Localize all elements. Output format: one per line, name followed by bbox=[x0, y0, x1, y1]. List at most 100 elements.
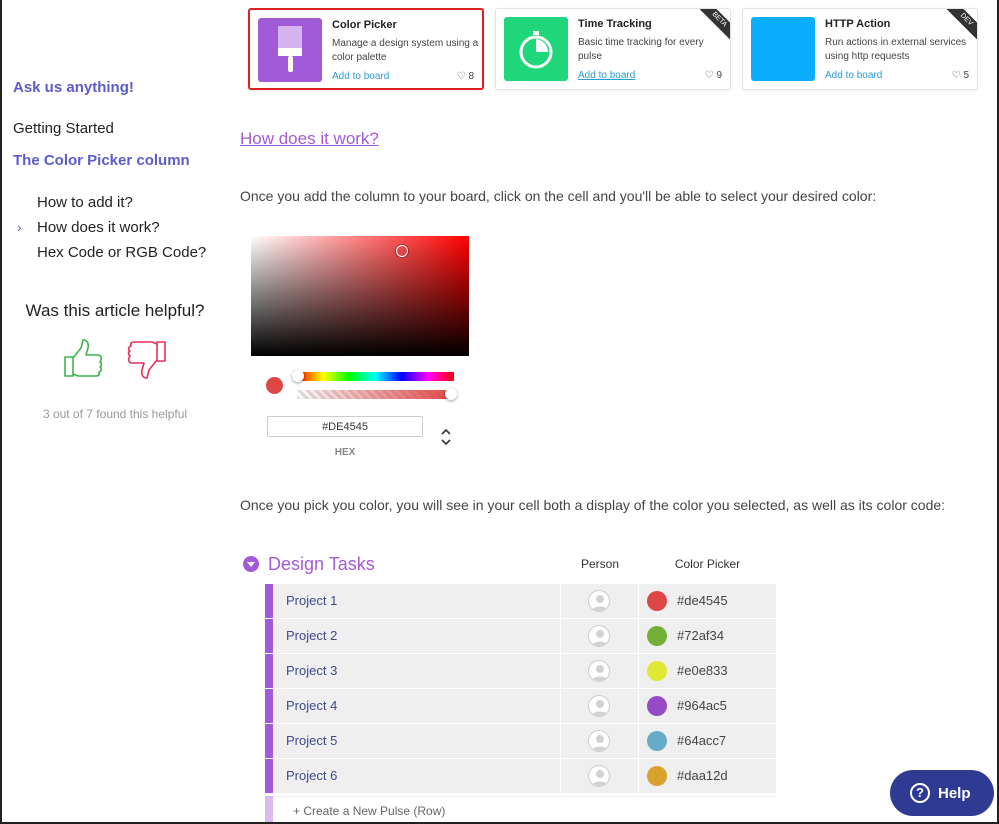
column-header-color-picker: Color Picker bbox=[674, 557, 741, 571]
app-card-time-tracking[interactable]: Time Tracking Basic time tracking for ev… bbox=[495, 8, 731, 90]
person-cell[interactable] bbox=[561, 724, 639, 758]
color-code: #daa12d bbox=[677, 768, 728, 783]
toc-item-how-to-add[interactable]: How to add it? bbox=[17, 190, 206, 215]
person-cell[interactable] bbox=[561, 584, 639, 618]
app-card-http-action[interactable]: HTTP Action Run actions in external serv… bbox=[742, 8, 978, 90]
app-description: Basic time tracking for every pulse bbox=[578, 37, 704, 62]
saturation-area[interactable] bbox=[251, 236, 469, 356]
table-row[interactable]: Project 4 #964ac5 bbox=[265, 689, 776, 724]
hex-input[interactable] bbox=[267, 416, 423, 437]
heart-icon: ♡ bbox=[456, 71, 466, 82]
person-cell[interactable] bbox=[561, 619, 639, 653]
pulse-name[interactable]: Project 3 bbox=[273, 654, 561, 688]
how-does-it-work-heading[interactable]: How does it work? bbox=[240, 129, 379, 149]
intro-paragraph: Once you add the column to your board, c… bbox=[240, 188, 877, 204]
color-dot bbox=[647, 696, 667, 716]
sidebar: Ask us anything! Getting Started The Col… bbox=[0, 0, 230, 824]
pulse-name[interactable]: Project 2 bbox=[273, 619, 561, 653]
color-dot bbox=[647, 626, 667, 646]
format-toggle-icon[interactable] bbox=[439, 426, 453, 448]
toc-item-how-does-it-work[interactable]: › How does it work? bbox=[17, 215, 206, 240]
table-row[interactable]: Project 3 #e0e833 bbox=[265, 654, 776, 689]
add-to-board-link[interactable]: Add to board bbox=[332, 71, 389, 82]
help-button[interactable]: ? Help bbox=[890, 770, 994, 816]
pulse-name[interactable]: Project 5 bbox=[273, 724, 561, 758]
after-paragraph: Once you pick you color, you will see in… bbox=[240, 497, 946, 513]
avatar-placeholder-icon bbox=[588, 625, 610, 647]
table-of-contents: How to add it? › How does it work? Hex C… bbox=[17, 190, 206, 265]
board-group-title[interactable]: Design Tasks bbox=[268, 554, 375, 575]
color-picker-cell[interactable]: #72af34 bbox=[639, 619, 776, 653]
app-name: Color Picker bbox=[332, 19, 397, 31]
likes-value: 9 bbox=[716, 70, 722, 81]
app-description: Run actions in external services using h… bbox=[825, 37, 967, 62]
app-name: HTTP Action bbox=[825, 18, 891, 30]
selected-color-swatch bbox=[266, 377, 283, 394]
likes-count[interactable]: ♡ 5 bbox=[952, 70, 969, 81]
color-picker-cell[interactable]: #964ac5 bbox=[639, 689, 776, 723]
alpha-slider-handle[interactable] bbox=[445, 388, 457, 400]
color-dot bbox=[647, 661, 667, 681]
hue-slider-handle[interactable] bbox=[292, 370, 304, 382]
color-picker-cell[interactable]: #de4545 bbox=[639, 584, 776, 618]
group-color-bar bbox=[265, 689, 273, 723]
thumbs-up-icon[interactable] bbox=[62, 339, 104, 379]
avatar-placeholder-icon bbox=[588, 660, 610, 682]
heart-icon: ♡ bbox=[704, 70, 714, 81]
app-card-color-picker[interactable]: Color Picker Manage a design system usin… bbox=[248, 8, 484, 90]
add-to-board-link[interactable]: Add to board bbox=[825, 70, 882, 81]
person-cell[interactable] bbox=[561, 759, 639, 793]
toc-item-label: Hex Code or RGB Code? bbox=[37, 244, 207, 261]
likes-count[interactable]: ♡ 8 bbox=[457, 71, 474, 82]
color-dot bbox=[647, 731, 667, 751]
ask-us-link[interactable]: Ask us anything! bbox=[13, 79, 134, 96]
broken-image-icon bbox=[751, 17, 815, 81]
pulse-name[interactable]: Project 1 bbox=[273, 584, 561, 618]
hex-label: HEX bbox=[334, 447, 356, 458]
color-code: #64acc7 bbox=[677, 733, 727, 748]
table-row[interactable]: Project 2 #72af34 bbox=[265, 619, 776, 654]
toc-item-hex-or-rgb[interactable]: Hex Code or RGB Code? bbox=[17, 240, 206, 265]
group-color-bar bbox=[265, 654, 273, 688]
table-row[interactable]: Project 5 #64acc7 bbox=[265, 724, 776, 759]
stopwatch-icon bbox=[504, 17, 568, 81]
likes-value: 8 bbox=[468, 71, 474, 82]
person-cell[interactable] bbox=[561, 654, 639, 688]
app-description: Manage a design system using a color pal… bbox=[332, 38, 479, 63]
app-name: Time Tracking bbox=[578, 18, 652, 30]
helpful-title: Was this article helpful? bbox=[25, 301, 205, 320]
help-label: Help bbox=[938, 784, 971, 802]
pulse-name[interactable]: Project 4 bbox=[273, 689, 561, 723]
table-row[interactable]: Project 1 #de4545 bbox=[265, 584, 776, 619]
getting-started-link[interactable]: Getting Started bbox=[13, 120, 114, 137]
person-cell[interactable] bbox=[561, 689, 639, 723]
table-row[interactable]: Project 6 #daa12d bbox=[265, 759, 776, 794]
section-title-color-picker[interactable]: The Color Picker column bbox=[13, 152, 190, 169]
add-to-board-link[interactable]: Add to board bbox=[578, 70, 635, 81]
color-picker-cell[interactable]: #daa12d bbox=[639, 759, 776, 793]
group-color-bar bbox=[265, 796, 273, 824]
color-dot bbox=[647, 591, 667, 611]
color-dot bbox=[647, 766, 667, 786]
alpha-slider[interactable] bbox=[297, 390, 454, 399]
group-color-bar bbox=[265, 724, 273, 758]
pulse-name[interactable]: Project 6 bbox=[273, 759, 561, 793]
group-color-bar bbox=[265, 619, 273, 653]
thumbs-down-icon[interactable] bbox=[126, 339, 168, 379]
avatar-placeholder-icon bbox=[588, 765, 610, 787]
board-rows: Project 1 #de4545 Project 2 #72af34 Proj… bbox=[265, 584, 776, 794]
color-picker-cell[interactable]: #e0e833 bbox=[639, 654, 776, 688]
likes-value: 5 bbox=[963, 70, 969, 81]
toc-item-label: How does it work? bbox=[37, 219, 160, 236]
collapse-group-icon[interactable] bbox=[243, 556, 259, 572]
likes-count[interactable]: ♡ 9 bbox=[705, 70, 722, 81]
chevron-right-icon: › bbox=[17, 219, 22, 235]
color-picker-cell[interactable]: #64acc7 bbox=[639, 724, 776, 758]
hue-slider[interactable] bbox=[297, 372, 454, 381]
heart-icon: ♡ bbox=[951, 70, 961, 81]
saturation-cursor[interactable] bbox=[396, 245, 408, 257]
create-pulse-row[interactable]: + Create a New Pulse (Row) bbox=[265, 796, 776, 824]
color-code: #72af34 bbox=[677, 628, 724, 643]
create-pulse-label: + Create a New Pulse (Row) bbox=[273, 796, 776, 824]
paint-brush-icon bbox=[258, 18, 322, 82]
